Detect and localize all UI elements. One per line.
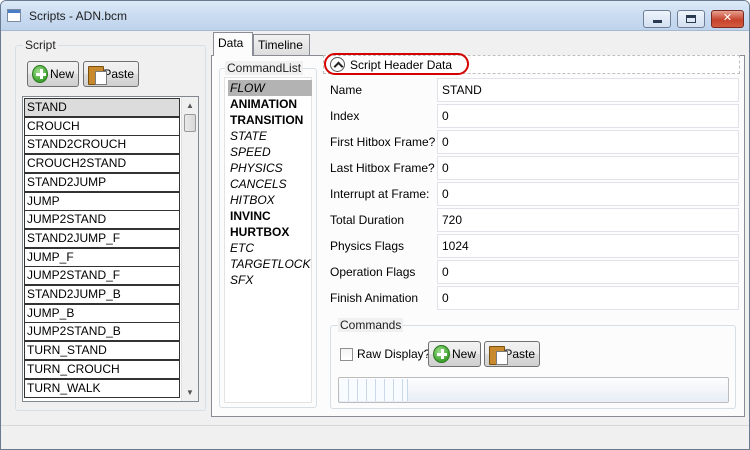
new-command-label: New <box>451 347 476 361</box>
command-list-item[interactable]: ETC <box>228 240 312 256</box>
close-icon: ✕ <box>722 12 733 24</box>
title-bar[interactable]: Scripts - ADN.bcm ✕ <box>1 1 749 31</box>
command-list-item[interactable]: SFX <box>228 272 312 288</box>
command-list-item[interactable]: TARGETLOCK <box>228 256 312 272</box>
raw-display-label[interactable]: Raw Display? <box>357 347 430 361</box>
field-input[interactable]: 0 <box>437 260 739 284</box>
field-input[interactable]: 720 <box>437 208 739 232</box>
chevron-up-icon[interactable] <box>330 57 345 72</box>
new-script-button[interactable]: New <box>27 61 79 87</box>
field-input[interactable]: 0 <box>437 182 739 206</box>
list-item[interactable]: JUMP_B <box>24 303 180 323</box>
command-list-item[interactable]: INVINC <box>228 208 312 224</box>
window-icon <box>7 9 21 22</box>
command-list-item[interactable]: FLOW <box>228 80 312 96</box>
add-icon <box>433 345 450 363</box>
scripts-window: Scripts - ADN.bcm ✕ Script New Paste ▲ ▼… <box>0 0 750 450</box>
new-command-button[interactable]: New <box>428 341 481 367</box>
paste-command-label: Paste <box>504 347 535 361</box>
scroll-down-icon[interactable]: ▼ <box>182 384 198 401</box>
list-item[interactable]: STAND2CROUCH <box>24 135 180 155</box>
paste-icon <box>489 344 509 365</box>
field-label: Last Hitbox Frame? <box>330 161 435 175</box>
paste-script-label: Paste <box>103 67 134 81</box>
commandlist-group-title: CommandList <box>225 61 304 75</box>
field-label: Finish Animation <box>330 291 419 305</box>
window-title: Scripts - ADN.bcm <box>29 9 128 23</box>
add-icon <box>32 65 48 83</box>
maximize-button[interactable] <box>677 10 705 28</box>
list-item[interactable]: CROUCH2STAND <box>24 154 180 174</box>
list-item[interactable]: TURN_STAND <box>24 341 180 361</box>
list-item[interactable]: STAND2JUMP_F <box>24 228 180 248</box>
script-header-expander[interactable]: Script Header Data <box>323 55 740 74</box>
command-list-item[interactable]: CANCELS <box>228 176 312 192</box>
list-item[interactable]: JUMP <box>24 191 180 211</box>
paste-script-button[interactable]: Paste <box>83 61 139 87</box>
list-item[interactable]: CROUCH <box>24 116 180 136</box>
list-item[interactable]: JUMP2STAND_F <box>24 266 180 286</box>
script-group-title: Script <box>23 38 58 52</box>
list-item[interactable]: STAND <box>24 98 180 117</box>
command-list-item[interactable]: HITBOX <box>228 192 312 208</box>
command-list-item[interactable]: HURTBOX <box>228 224 312 240</box>
scroll-up-icon[interactable]: ▲ <box>182 97 198 114</box>
field-label: Total Duration <box>330 213 405 227</box>
list-item[interactable]: STAND2JUMP_B <box>24 285 180 304</box>
maximize-icon <box>686 15 696 23</box>
minimize-button[interactable] <box>643 10 671 28</box>
list-item[interactable]: STAND2JUMP <box>24 172 180 192</box>
script-list-scrollbar[interactable]: ▲ ▼ <box>181 97 198 401</box>
field-label: Operation Flags <box>330 265 416 279</box>
field-label: Physics Flags <box>330 239 405 253</box>
command-timeline-ticks <box>340 379 408 401</box>
commands-group-title: Commands <box>338 318 404 332</box>
script-list[interactable]: ▲ ▼ STAND CROUCH STAND2CROUCH CROUCH2STAND S… <box>22 96 199 402</box>
field-input[interactable]: 1024 <box>437 234 739 258</box>
tab-data[interactable]: Data <box>213 32 253 56</box>
list-item[interactable]: JUMP_F <box>24 247 180 267</box>
raw-display-checkbox[interactable] <box>340 348 353 361</box>
list-item[interactable]: JUMP2STAND <box>24 210 180 230</box>
paste-command-button[interactable]: Paste <box>484 341 540 367</box>
field-label: Name <box>330 83 363 97</box>
paste-icon <box>88 64 108 85</box>
command-list-item[interactable]: SPEED <box>228 144 312 160</box>
field-label: Interrupt at Frame: <box>330 187 430 201</box>
field-input[interactable]: 0 <box>437 130 739 154</box>
command-list[interactable]: FLOW ANIMATION TRANSITION STATE SPEED PHYSICS… <box>224 77 312 403</box>
field-input[interactable]: 0 <box>437 156 739 180</box>
close-button[interactable]: ✕ <box>711 10 744 28</box>
command-timeline-track[interactable] <box>338 377 729 403</box>
field-label: First Hitbox Frame? <box>330 135 436 149</box>
list-item[interactable]: TURN_CROUCH <box>24 359 180 379</box>
command-list-item[interactable]: PHYSICS <box>228 160 312 176</box>
field-label: Index <box>330 109 360 123</box>
field-input[interactable]: STAND <box>437 78 739 102</box>
command-list-item[interactable]: TRANSITION <box>228 112 312 128</box>
status-bar <box>1 425 749 449</box>
list-item[interactable]: JUMP2STAND_B <box>24 322 180 342</box>
minimize-icon <box>652 20 662 23</box>
command-list-item[interactable]: STATE <box>228 128 312 144</box>
tab-timeline[interactable]: Timeline <box>253 34 310 56</box>
new-script-label: New <box>49 67 74 81</box>
list-item[interactable]: TURN_WALK <box>24 378 180 398</box>
command-list-item[interactable]: ANIMATION <box>228 96 312 112</box>
script-header-label: Script Header Data <box>350 58 453 72</box>
field-input[interactable]: 0 <box>437 104 739 128</box>
scroll-thumb[interactable] <box>184 114 196 132</box>
field-input[interactable]: 0 <box>437 286 739 310</box>
